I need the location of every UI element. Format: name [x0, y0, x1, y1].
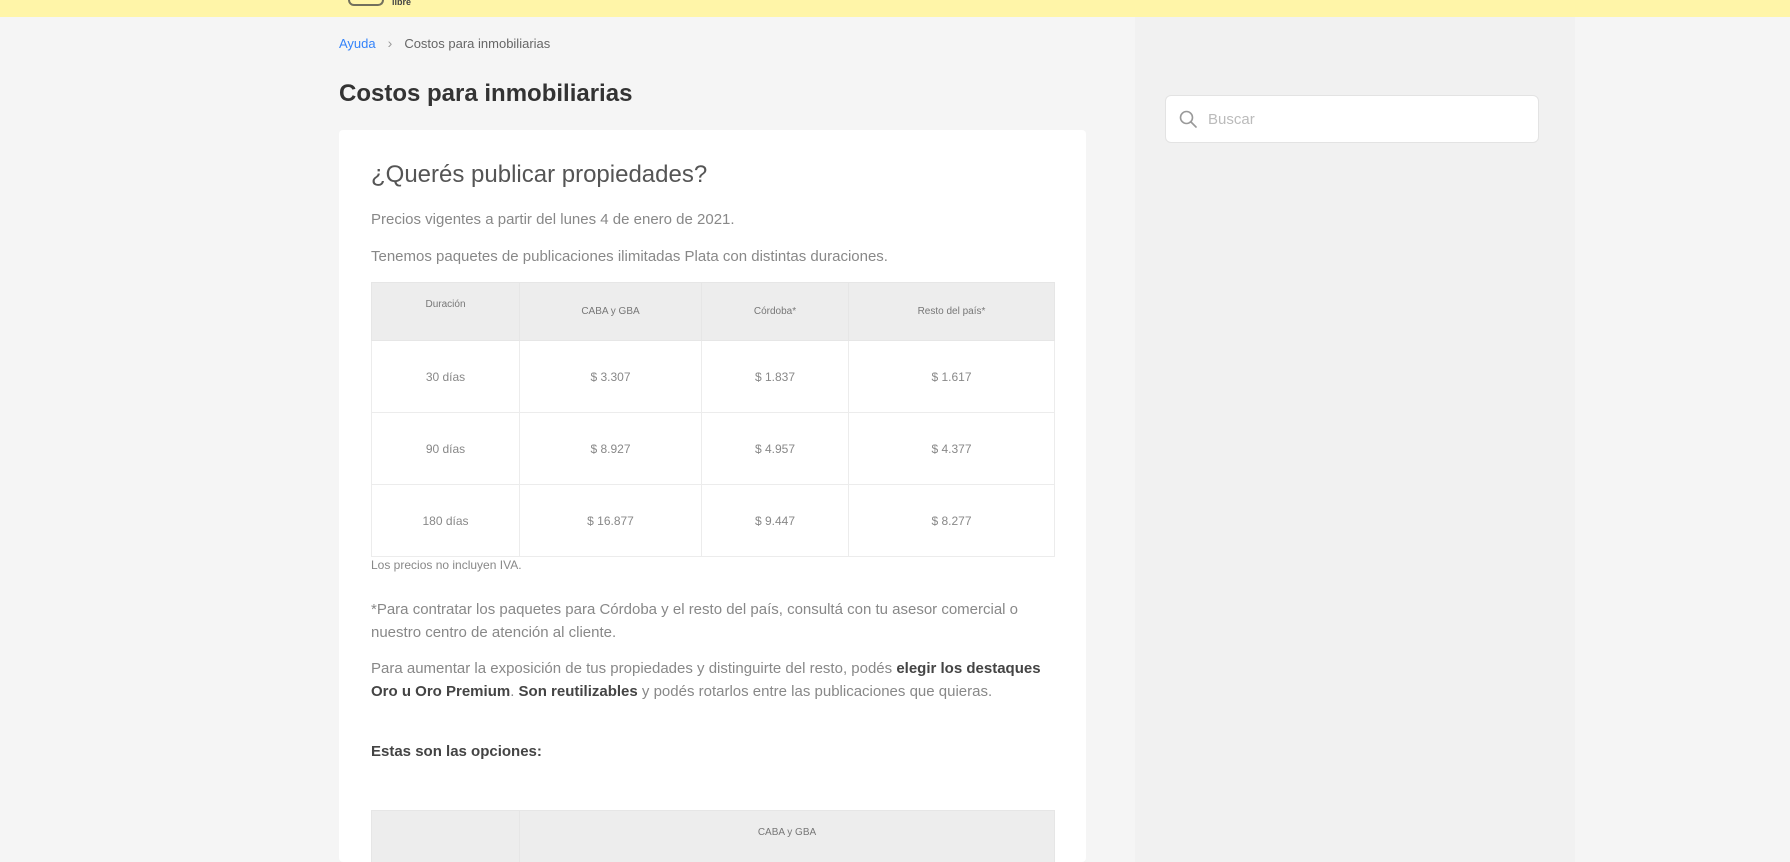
table-row: 90 días $ 8.927 $ 4.957 $ 4.377 — [371, 412, 1055, 485]
table-header-cell: CABA y GBA — [519, 810, 1055, 862]
logo-text: libre — [392, 0, 412, 7]
breadcrumb: Ayuda › Costos para inmobiliarias — [339, 35, 550, 51]
table-row: 180 días $ 16.877 $ 9.447 $ 8.277 — [371, 484, 1055, 557]
table-header-cell: CABA y GBA — [519, 282, 702, 341]
table-header-cell: Duración — [371, 282, 520, 341]
chevron-right-icon: › — [387, 35, 393, 51]
table-header-cell: Resto del país* — [848, 282, 1055, 341]
search-icon — [1179, 110, 1197, 128]
table-header-row: CABA y GBA — [371, 810, 1055, 862]
table-row: 30 días $ 3.307 $ 1.837 $ 1.617 — [371, 340, 1055, 413]
table-cell: $ 8.927 — [519, 412, 702, 485]
article-intro-packages: Tenemos paquetes de publicaciones ilimit… — [371, 248, 888, 265]
footnote-text: *Para contratar los paquetes para Córdob… — [371, 601, 1019, 641]
table-cell: $ 8.277 — [848, 484, 1055, 557]
table-cell: 90 días — [371, 412, 520, 485]
highlight-text-prefix: Para aumentar la exposición de tus propi… — [371, 660, 897, 677]
table-cell: $ 4.377 — [848, 412, 1055, 485]
table-header-cell: Córdoba* — [701, 282, 849, 341]
breadcrumb-home-link[interactable]: Ayuda — [339, 36, 376, 51]
table-cell: $ 3.307 — [519, 340, 702, 413]
table-cell: $ 1.837 — [701, 340, 849, 413]
table-header-row: Duración CABA y GBA Córdoba* Resto del p… — [371, 282, 1055, 341]
site-logo[interactable]: libre — [348, 0, 411, 8]
table-cell: $ 1.617 — [848, 340, 1055, 413]
table-cell: $ 9.447 — [701, 484, 849, 557]
highlight-text-suffix: y podés rotarlos entre las publicaciones… — [637, 683, 993, 700]
table-cell: 30 días — [371, 340, 520, 413]
search-box[interactable] — [1165, 95, 1539, 143]
top-bar: libre — [0, 0, 1790, 17]
vat-note: Los precios no incluyen IVA. — [371, 558, 522, 572]
search-input[interactable] — [1208, 110, 1508, 128]
highlights-table: CABA y GBA — [371, 810, 1055, 862]
page-title: Costos para inmobiliarias — [339, 80, 633, 107]
highlight-text-mid: . — [510, 683, 519, 700]
breadcrumb-current: Costos para inmobiliarias — [404, 35, 551, 51]
table-header-cell — [371, 810, 520, 862]
table-cell: $ 16.877 — [519, 484, 702, 557]
highlight-paragraph: Para aumentar la exposición de tus propi… — [371, 657, 1055, 703]
logo-handshake-icon — [348, 0, 384, 6]
article-heading: ¿Querés publicar propiedades? — [371, 161, 708, 188]
options-label: Estas son las opciones: — [371, 743, 542, 760]
article-card: ¿Querés publicar propiedades? Precios vi… — [339, 130, 1086, 862]
highlight-bold-reusable: Son reutilizables — [518, 683, 638, 700]
prices-table: Duración CABA y GBA Córdoba* Resto del p… — [371, 282, 1055, 557]
table-cell: $ 4.957 — [701, 412, 849, 485]
side-panel — [1135, 17, 1575, 862]
article-intro-date: Precios vigentes a partir del lunes 4 de… — [371, 211, 735, 228]
table-cell: 180 días — [371, 484, 520, 557]
